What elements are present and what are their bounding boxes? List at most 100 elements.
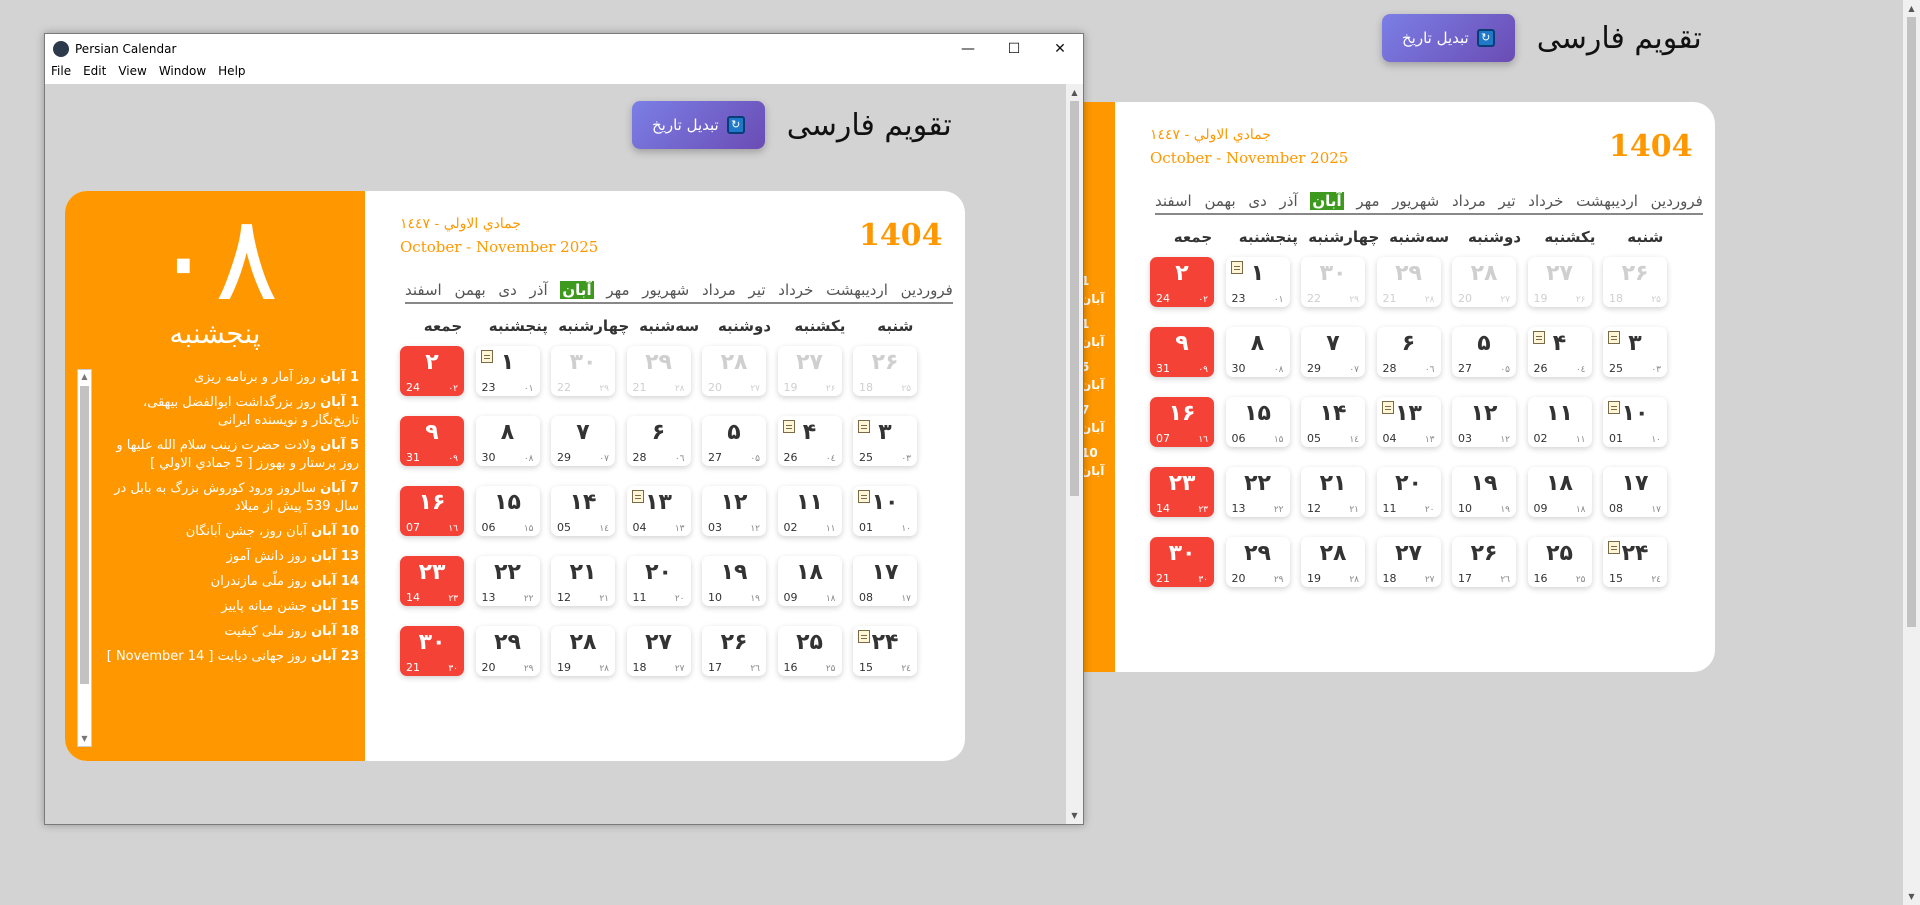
month-tab[interactable]: آبان [1310, 192, 1344, 210]
day-cell[interactable]: ۳۰ 21 ۳۰ [1150, 537, 1214, 587]
day-cell[interactable]: ۸ 30 ۰۸ [1225, 327, 1290, 377]
convert-date-button[interactable]: تبدیل تاریخ ↻ [632, 101, 765, 149]
day-cell[interactable]: ۱۴ 05 ۱٤ [551, 486, 615, 536]
month-tab[interactable]: مرداد [702, 281, 736, 299]
menu-file[interactable]: File [51, 64, 71, 84]
day-cell[interactable]: ۱۶ 07 ۱٦ [400, 486, 464, 536]
day-cell[interactable]: ۲۹ 21 ۲۸ [626, 346, 691, 396]
convert-date-button[interactable]: تبدیل تاریخ ↻ [1382, 14, 1515, 62]
day-cell[interactable]: ۱۴ 05 ۱٤ [1301, 397, 1365, 447]
note-icon[interactable] [1608, 331, 1620, 344]
day-cell[interactable]: ۲۹ 20 ۲۹ [1225, 537, 1290, 587]
month-tab[interactable]: اردیبهشت [1576, 192, 1638, 210]
menu-view[interactable]: View [118, 64, 146, 84]
day-cell[interactable]: ۱۱ 02 ۱۱ [777, 486, 842, 536]
month-tab[interactable]: شهریور [1392, 192, 1439, 210]
month-tab[interactable]: فروردین [901, 281, 953, 299]
day-cell[interactable]: ۱۰ 01 ۱۰ [1603, 397, 1667, 447]
page-scrollbar[interactable]: ▲ ▼ [1903, 0, 1920, 905]
day-cell[interactable]: ۲۵ 16 ۲۵ [777, 626, 842, 676]
month-tab[interactable]: تیر [1499, 192, 1516, 210]
day-cell[interactable]: ۱۷ 08 ۱۷ [1603, 467, 1667, 517]
day-cell[interactable]: ۱ 23 ۰۱ [475, 346, 540, 396]
month-tab[interactable]: آذر [530, 281, 548, 299]
day-cell[interactable]: ۲۸ 19 ۲۸ [551, 626, 615, 676]
day-cell[interactable]: ۶ 28 ۰٦ [1376, 327, 1441, 377]
day-cell[interactable]: ۲۵ 16 ۲۵ [1527, 537, 1592, 587]
day-cell[interactable]: ۵ 27 ۰۵ [702, 416, 766, 466]
day-cell[interactable]: ۲۶ 17 ۲٦ [1452, 537, 1516, 587]
month-tab[interactable]: اردیبهشت [826, 281, 888, 299]
month-tab[interactable]: تیر [749, 281, 766, 299]
maximize-button[interactable]: ☐ [991, 34, 1037, 64]
day-cell[interactable]: ۲۸ 20 ۲۷ [1452, 257, 1516, 307]
day-cell[interactable]: ۳ 25 ۰۳ [1603, 327, 1667, 377]
menu-edit[interactable]: Edit [83, 64, 106, 84]
close-button[interactable]: ✕ [1037, 34, 1083, 64]
day-cell[interactable]: ۲۷ 19 ۲۶ [1527, 257, 1592, 307]
month-tab[interactable]: خرداد [778, 281, 813, 299]
note-icon[interactable] [1230, 261, 1243, 274]
day-cell[interactable]: ۲۹ 20 ۲۹ [475, 626, 540, 676]
day-cell[interactable]: ۲۱ 12 ۲۱ [1301, 467, 1365, 517]
minimize-button[interactable]: — [945, 34, 991, 64]
month-tab[interactable]: مرداد [1452, 192, 1486, 210]
note-icon[interactable] [480, 350, 493, 363]
day-cell[interactable]: ۲ 24 ۰۲ [1150, 257, 1214, 307]
month-tab[interactable]: دی [498, 281, 516, 299]
day-cell[interactable]: ۳۰ 21 ۳۰ [400, 626, 464, 676]
day-cell[interactable]: ۲۰ 11 ۲۰ [1376, 467, 1441, 517]
day-cell[interactable]: ۲۹ 21 ۲۸ [1376, 257, 1441, 307]
month-tab[interactable]: مهر [1356, 192, 1379, 210]
scroll-up-arrow[interactable]: ▲ [78, 370, 91, 384]
day-cell[interactable]: ۱۸ 09 ۱۸ [777, 556, 842, 606]
day-cell[interactable]: ۱۵ 06 ۱۵ [475, 486, 540, 536]
month-tab[interactable]: آبان [560, 281, 594, 299]
month-tab[interactable]: دی [1248, 192, 1266, 210]
note-icon[interactable] [858, 420, 870, 433]
month-tab[interactable]: بهمن [454, 281, 485, 299]
day-cell[interactable]: ۳ 25 ۰۳ [853, 416, 917, 466]
menu-help[interactable]: Help [218, 64, 245, 84]
day-cell[interactable]: ۴ 26 ۰٤ [777, 416, 842, 466]
scroll-up-arrow[interactable]: ▲ [1903, 0, 1920, 17]
scroll-down-arrow[interactable]: ▼ [1066, 807, 1083, 824]
day-cell[interactable]: ۷ 29 ۰۷ [551, 416, 615, 466]
scroll-thumb[interactable] [1907, 17, 1916, 627]
day-cell[interactable]: ۱۹ 10 ۱۹ [702, 556, 766, 606]
day-cell[interactable]: ۱ 23 ۰۱ [1225, 257, 1290, 307]
day-cell[interactable]: ۲۷ 18 ۲۷ [626, 626, 691, 676]
day-cell[interactable]: ۲۸ 19 ۲۸ [1301, 537, 1365, 587]
window-scrollbar[interactable]: ▲ ▼ [1066, 84, 1083, 824]
day-cell[interactable]: ۱۶ 07 ۱٦ [1150, 397, 1214, 447]
day-cell[interactable]: ۲۶ 18 ۲۵ [1603, 257, 1667, 307]
day-cell[interactable]: ۹ 31 ۰۹ [1150, 327, 1214, 377]
day-cell[interactable]: ۸ 30 ۰۸ [475, 416, 540, 466]
month-tab[interactable]: بهمن [1204, 192, 1235, 210]
day-cell[interactable]: ۶ 28 ۰٦ [626, 416, 691, 466]
day-cell[interactable]: ۲۲ 13 ۲۲ [475, 556, 540, 606]
note-icon[interactable] [1608, 541, 1620, 554]
menu-window[interactable]: Window [159, 64, 206, 84]
day-cell[interactable]: ۱۲ 03 ۱۲ [702, 486, 766, 536]
note-icon[interactable] [858, 490, 870, 503]
day-cell[interactable]: ۱۰ 01 ۱۰ [853, 486, 917, 536]
note-icon[interactable] [1381, 401, 1394, 414]
day-cell[interactable]: ۲۶ 18 ۲۵ [853, 346, 917, 396]
day-cell[interactable]: ۴ 26 ۰٤ [1527, 327, 1592, 377]
day-cell[interactable]: ۵ 27 ۰۵ [1452, 327, 1516, 377]
note-icon[interactable] [1608, 401, 1620, 414]
day-cell[interactable]: ۲۰ 11 ۲۰ [626, 556, 691, 606]
day-cell[interactable]: ۱۲ 03 ۱۲ [1452, 397, 1516, 447]
month-tab[interactable]: خرداد [1528, 192, 1563, 210]
day-cell[interactable]: ۲۸ 20 ۲۷ [702, 346, 766, 396]
day-cell[interactable]: ۲ 24 ۰۲ [400, 346, 464, 396]
day-cell[interactable]: ۲۴ 15 ۲٤ [1603, 537, 1667, 587]
day-cell[interactable]: ۲۷ 18 ۲۷ [1376, 537, 1441, 587]
day-cell[interactable]: ۷ 29 ۰۷ [1301, 327, 1365, 377]
day-cell[interactable]: ۲۴ 15 ۲٤ [853, 626, 917, 676]
day-cell[interactable]: ۱۸ 09 ۱۸ [1527, 467, 1592, 517]
day-cell[interactable]: ۲۶ 17 ۲٦ [702, 626, 766, 676]
scroll-down-arrow[interactable]: ▼ [78, 732, 91, 746]
day-cell[interactable]: ۱۹ 10 ۱۹ [1452, 467, 1516, 517]
